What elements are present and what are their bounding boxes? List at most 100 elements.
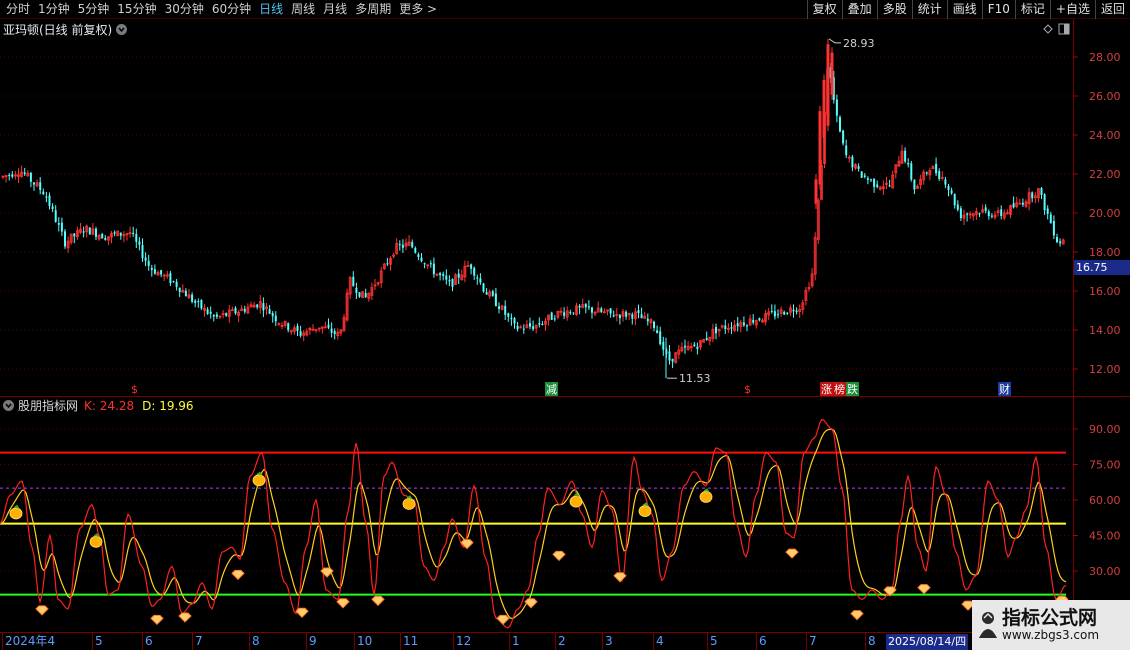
candle-body [746,325,748,327]
candle-body [479,278,482,283]
event-marker: 榜 [834,382,845,396]
candle-body [888,185,891,187]
candle-body [656,330,659,334]
candle-body [451,279,454,287]
candle-body [8,175,11,177]
sell-gem-icon [552,550,566,562]
candle-body [646,318,649,322]
candle-body [990,215,993,217]
candle-body [724,325,727,330]
candle-body [42,191,45,195]
candle-body [653,321,655,328]
candle-body [355,287,358,294]
current-price-label: 16.75 [1074,260,1130,275]
candle-body [866,178,869,180]
candle-body [870,179,872,181]
watermark: 指标公式网 www.zbgs3.com [972,600,1130,650]
candle-body [845,145,848,156]
candle-body [132,232,135,235]
candle-body [504,305,507,315]
candle-body [730,327,733,329]
candle-body [296,325,299,331]
candle-body [200,299,203,309]
candle-body [904,150,907,162]
date-tick: 11 [400,633,418,650]
candle-body [45,196,48,198]
watermark-logo-icon [979,612,997,638]
candle-body [742,322,745,326]
price-candles [1,38,1065,379]
event-marker: 跌 [847,382,858,396]
candle-body [857,166,860,169]
date-tick: 10 [354,633,372,650]
candle-body [439,273,442,276]
price-annotations: 28.93 11.53 [667,37,875,385]
k-value: K: 24.28 [84,398,135,413]
candle-body [1000,209,1003,216]
candle-body [457,273,460,278]
candle-body [612,315,615,317]
candle-body [144,257,147,261]
candle-body [64,231,66,247]
candle-body [398,244,401,246]
candle-body [138,241,141,245]
date-tick: 6 [142,633,153,650]
high-pointer [828,38,841,44]
indicator-name[interactable]: 股朋指标网 [18,397,78,414]
sell-gem-icon [231,569,245,581]
event-marker: 涨 [821,383,832,396]
candle-body [792,309,795,312]
chevron-down-icon[interactable] [3,400,14,411]
candle-body [987,211,990,217]
candle-body [944,179,947,185]
candle-body [470,264,473,269]
low-label: 11.53 [679,372,711,385]
candle-body [591,307,593,313]
candle-body [860,171,863,178]
candle-body [225,313,228,316]
sell-gem-icon [336,598,350,609]
candle-body [668,351,671,361]
candle-body [135,234,138,242]
candle-body [184,290,187,297]
date-tick: 3 [602,633,613,650]
candle-body [631,314,634,319]
candle-body [925,172,928,174]
candle-body [640,314,643,319]
buy-fruit-icon [9,507,23,520]
candle-body [48,195,51,207]
candle-body [101,233,104,239]
date-tick: 5 [707,633,718,650]
indicator-header: 股朋指标网 K: 24.28 D: 19.96 [3,398,194,413]
candle-body [191,294,194,302]
date-tick: 6 [756,633,767,650]
sell-gem-icon [295,607,309,618]
candle-body [696,346,699,349]
date-axis: 8 7 6 5 4 3 2 1 12 11 10 9 8 7 6 5 2024年4 2025/08/14/四 [0,632,1130,650]
candle-body [795,310,798,312]
candle-body [119,232,122,236]
candle-body [287,323,290,331]
candle-body [243,309,246,312]
candle-body [569,312,572,314]
candle-body [584,303,587,308]
candle-body [715,326,717,334]
candle-body [659,331,662,345]
candle-body [513,318,516,324]
sell-gem-icon [785,548,799,559]
candle-body [485,292,488,295]
candle-body [842,130,845,144]
candle-body [1040,188,1043,195]
candle-body [947,185,950,191]
candle-body [147,260,150,266]
candle-body [194,300,197,303]
candle-body [736,323,739,327]
buy-fruit-icon [569,495,583,508]
candle-body [553,318,556,320]
candle-body [541,324,544,326]
candle-body [414,247,417,253]
candle-body [1021,202,1024,205]
candle-body [29,172,32,182]
sell-gem-icon [371,595,385,607]
candle-body [82,231,85,233]
